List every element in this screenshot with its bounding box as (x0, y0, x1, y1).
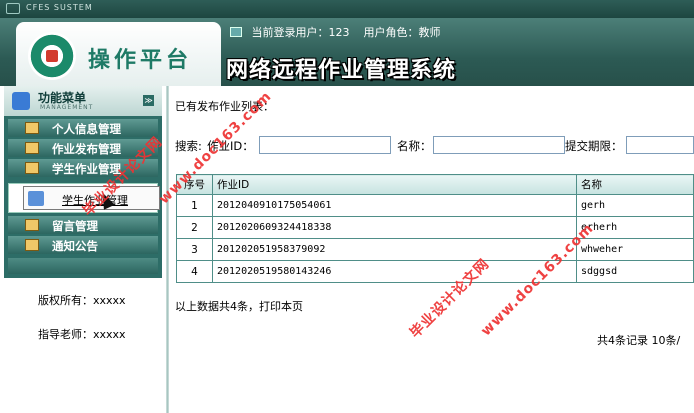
edit-note-icon (25, 219, 39, 231)
pagination-info: 共4条记录 10条/ (597, 334, 681, 347)
sidebar-item-student-assignment[interactable]: 学生作业管理 (8, 159, 158, 177)
submenu-panel: 学生作业管理 (8, 183, 160, 213)
menu-footer-bar (8, 258, 158, 274)
assignment-id-label: 作业ID： (207, 139, 254, 153)
sidebar-item-label: 通知公告 (52, 239, 98, 253)
collapse-menu-icon[interactable]: ≫ (143, 95, 154, 106)
header: 操作平台 当前登录用户：123 用户角色：教师 网络远程作业管理系统 (0, 18, 694, 86)
table-row[interactable]: 4 2012020519580143246 sdggsd (176, 260, 694, 283)
cell-index: 3 (176, 238, 213, 261)
sidebar-item-messages[interactable]: 留言管理 (8, 216, 158, 234)
edit-note-icon (25, 162, 39, 174)
sidebar-item-assignment-publish[interactable]: 作业发布管理 (8, 139, 158, 157)
table-row[interactable]: 1 2012040910175054061 gerh (176, 194, 694, 217)
sidebar-item-personal-info[interactable]: 个人信息管理 (8, 119, 158, 137)
deadline-label: 提交期限： (565, 139, 623, 153)
user-role: 用户角色：教师 (363, 26, 441, 39)
menu-header: 功能菜单 MANAGEMENT ≫ (4, 86, 162, 116)
cell-name: sdggsd (576, 260, 694, 283)
table-row[interactable]: 3 201202051958379092 whweher (176, 238, 694, 261)
record-summary: 以上数据共4条，打印本页 (175, 300, 303, 313)
cell-name: erherh (576, 216, 694, 239)
assignment-id-input[interactable] (259, 136, 391, 154)
sidebar-item-label: 学生作业管理 (52, 162, 121, 176)
table-header-row: 序号 作业ID 名称 (176, 174, 694, 195)
system-label: CFES SUSTEM (26, 3, 93, 12)
sidebar: 功能菜单 MANAGEMENT ≫ 个人信息管理 作业发布管理 学生作业管理 学… (0, 86, 167, 413)
logo-text: 操作平台 (88, 47, 193, 73)
sidebar-item-label: 个人信息管理 (52, 122, 121, 136)
student-icon (28, 191, 44, 206)
current-user: 当前登录用户：123 (251, 26, 350, 39)
cell-assignment-id: 2012020519580143246 (212, 260, 577, 283)
column-header-id[interactable]: 作业ID (212, 174, 577, 195)
cell-index: 2 (176, 216, 213, 239)
cell-assignment-id: 2012020609324418338 (212, 216, 577, 239)
column-header-name[interactable]: 名称 (576, 174, 694, 195)
menu-book-icon (12, 92, 30, 110)
main-content: 已有发布作业列表： 搜索: 作业ID： 名称： 提交期限： 序号 作业ID 名称… (169, 86, 694, 413)
sidebar-item-label: 留言管理 (52, 219, 98, 233)
menu-subtitle: MANAGEMENT (40, 104, 94, 111)
submenu-item-student-assignment[interactable]: 学生作业管理 (23, 186, 160, 210)
title-bar: CFES SUSTEM (0, 0, 694, 18)
sidebar-item-notices[interactable]: 通知公告 (8, 236, 158, 254)
name-input[interactable] (433, 136, 565, 154)
app-window-icon (6, 3, 20, 14)
teacher-text: 指导老师：xxxxx (38, 328, 126, 341)
cell-index: 1 (176, 194, 213, 217)
search-bar: 搜索: 作业ID： 名称： 提交期限： (175, 136, 694, 156)
edit-note-icon (25, 239, 39, 251)
cell-assignment-id: 2012040910175054061 (212, 194, 577, 217)
app-title: 网络远程作业管理系统 (226, 57, 457, 83)
copyright-text: 版权所有：xxxxx (38, 294, 126, 307)
submenu-item-label: 学生作业管理 (62, 194, 128, 207)
page-title: 已有发布作业列表： (175, 100, 274, 113)
bank-logo-icon (28, 32, 76, 80)
cell-assignment-id: 201202051958379092 (212, 238, 577, 261)
cell-name: whweher (576, 238, 694, 261)
cell-name: gerh (576, 194, 694, 217)
table-row[interactable]: 2 2012020609324418338 erherh (176, 216, 694, 239)
column-header-index[interactable]: 序号 (176, 174, 213, 195)
name-label: 名称： (397, 139, 432, 153)
search-label: 搜索: (175, 139, 202, 153)
deadline-input[interactable] (626, 136, 694, 154)
edit-note-icon (25, 142, 39, 154)
edit-note-icon (25, 122, 39, 134)
logo-panel: 操作平台 (16, 22, 221, 86)
sidebar-item-label: 作业发布管理 (52, 142, 121, 156)
user-card-icon (230, 27, 242, 37)
assignment-table: 序号 作业ID 名称 1 2012040910175054061 gerh 2 … (176, 174, 694, 283)
login-info: 当前登录用户：123 用户角色：教师 (230, 24, 441, 40)
cell-index: 4 (176, 260, 213, 283)
